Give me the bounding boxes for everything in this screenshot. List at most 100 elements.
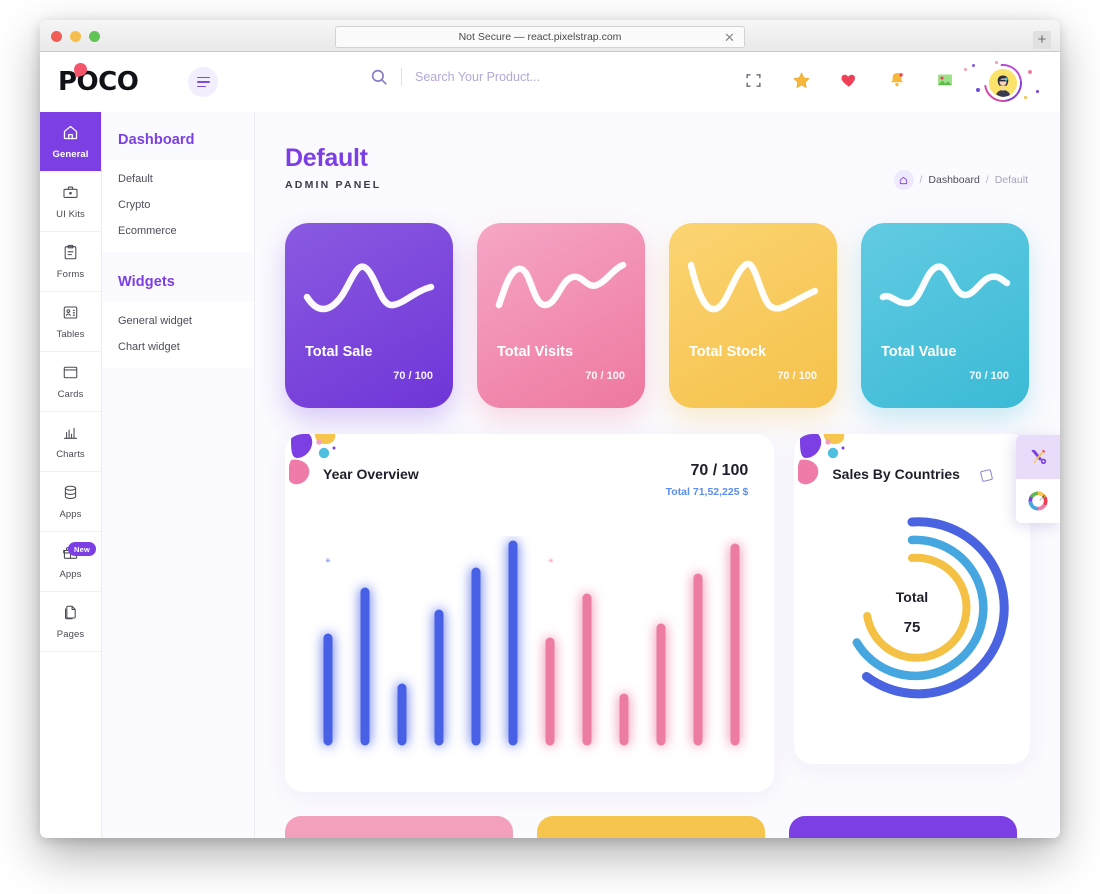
year-overview-value: 70 / 100 [690,462,749,479]
notification-icon[interactable] [887,70,907,90]
browser-window: Not Secure — react.pixelstrap.com ✕ + PO… [40,20,1060,838]
sidebar-item-forms[interactable]: Forms [40,232,101,292]
year-overview-metrics: 70 / 100 Total 71,52,225 $ [666,462,749,498]
breadcrumb-home-icon[interactable] [893,170,914,190]
sales-radial-chart: Total 75 [852,517,1009,699]
card-icon [62,364,79,385]
stat-card-title: Total Value [881,344,957,360]
deco-dot [995,61,998,64]
sparkline-icon [687,260,819,313]
stat-card-title: Total Sale [305,344,373,360]
breadcrumb-current: Default [994,174,1028,186]
search-bar[interactable] [370,68,665,86]
briefcase-icon [62,184,79,205]
header-icon-group [743,70,955,90]
bottom-card-row [255,792,1060,838]
submenu-panel: Dashboard Default Crypto Ecommerce Widge… [102,112,255,838]
customizer-settings-button[interactable] [1016,435,1060,479]
submenu-group-title: Dashboard [118,132,195,148]
deco-dot [1024,96,1027,99]
application-viewport: POCO Search Your Product... General UI K… [40,52,1060,838]
breadcrumb: / Dashboard / Default [893,170,1028,190]
clipboard-icon [62,244,79,265]
tab-strip: Not Secure — react.pixelstrap.com ✕ + [40,24,1060,52]
breadcrumb-separator: / [919,174,923,186]
submenu-item-default[interactable]: Default [102,166,254,192]
submenu-item-crypto[interactable]: Crypto [102,192,254,218]
page-title-block: Default ADMIN PANEL [285,144,381,191]
sidebar-item-apps[interactable]: Apps [40,472,101,532]
deco-dot [972,64,975,67]
sidebar-item-label: Pages [56,628,85,640]
new-tab-button[interactable]: + [1033,31,1051,49]
pages-icon [62,604,79,625]
bottom-card-yellow[interactable] [537,816,765,838]
brand-logo[interactable]: POCO [58,61,178,102]
stat-card-total-visits[interactable]: Total Visits 70 / 100 [477,223,645,408]
user-avatar[interactable] [989,69,1017,97]
sidebar-item-label: General [52,148,89,160]
gallery-icon[interactable] [935,70,955,90]
submenu-item-ecommerce[interactable]: Ecommerce [102,218,254,244]
submenu-item-chart-widget[interactable]: Chart widget [102,334,254,360]
hamburger-menu-icon[interactable] [188,67,218,97]
sidebar-item-tables[interactable]: Tables [40,292,101,352]
close-tab-icon[interactable]: ✕ [723,31,736,44]
submenu-item-general-widget[interactable]: General widget [102,308,254,334]
stat-card-total-sale[interactable]: Total Sale 70 / 100 [285,223,453,408]
sidebar-item-charts[interactable]: Charts [40,412,101,472]
deco-dot [964,68,967,71]
new-badge: New [68,542,97,556]
year-overview-total: Total 71,52,225 $ [665,486,749,498]
sidebar-item-pages[interactable]: Pages [40,592,101,652]
search-icon [371,69,387,85]
bottom-card-pink[interactable] [285,816,513,838]
chart-icon [62,424,79,445]
sales-by-countries-panel: Sales By Countries Total 75 [794,434,1030,764]
search-input[interactable] [415,70,665,84]
sidebar-item-ui-kits[interactable]: UI Kits [40,172,101,232]
heart-icon[interactable] [839,70,859,90]
sidebar-item-label: Charts [56,448,85,460]
radial-center-label: Total [896,589,928,605]
sidebar-item-apps-new[interactable]: New Apps [40,532,101,592]
search-divider [401,68,402,86]
sidebar-item-label: Apps [59,508,82,520]
page-subtitle: ADMIN PANEL [285,179,382,191]
stat-card-title: Total Visits [497,344,574,360]
color-palette-button[interactable] [1016,479,1060,523]
sidebar-item-label: Forms [56,268,85,280]
stat-card-total-stock[interactable]: Total Stock 70 / 100 [669,223,837,408]
sparkline-icon [303,263,435,313]
browser-tab[interactable]: Not Secure — react.pixelstrap.com ✕ [335,26,745,48]
fullscreen-icon[interactable] [743,70,763,90]
stat-card-title: Total Stock [689,344,767,360]
sidebar-rail: General UI Kits Forms Tables Cards Chart… [40,112,102,838]
sidebar-item-general[interactable]: General [40,112,101,172]
breadcrumb-dashboard-link[interactable]: Dashboard [928,174,979,186]
deco-dot [976,88,980,92]
database-icon [62,484,79,505]
sidebar-item-label: Tables [56,328,85,340]
bottom-card-purple[interactable] [789,816,1017,838]
sidebar-item-label: Apps [59,568,82,580]
star-icon[interactable] [791,70,811,90]
stat-card-value: 70 / 100 [777,370,817,382]
sparkline-icon [879,263,1011,307]
sidebar-item-cards[interactable]: Cards [40,352,101,412]
table-icon [62,304,79,325]
deco-dot [1028,70,1032,74]
panels-row: Year Overview 70 / 100 Total 71,52,225 $ [255,408,1060,792]
stat-card-value: 70 / 100 [585,370,625,382]
year-overview-bar-chart: ✳ ✳ [323,540,740,746]
sidebar-item-label: Cards [57,388,84,400]
year-overview-panel: Year Overview 70 / 100 Total 71,52,225 $ [285,434,775,792]
stat-card-total-value[interactable]: Total Value 70 / 100 [861,223,1029,408]
avatar-area[interactable] [962,56,1042,110]
app-header: POCO [40,52,1060,112]
browser-tab-title: Not Secure — react.pixelstrap.com [458,31,622,43]
submenu-group-widgets: General widget Chart widget [102,302,254,368]
panel-title: Year Overview [323,466,419,482]
browser-titlebar: Not Secure — react.pixelstrap.com ✕ + [40,20,1060,52]
svg-text:✳: ✳ [548,557,554,565]
